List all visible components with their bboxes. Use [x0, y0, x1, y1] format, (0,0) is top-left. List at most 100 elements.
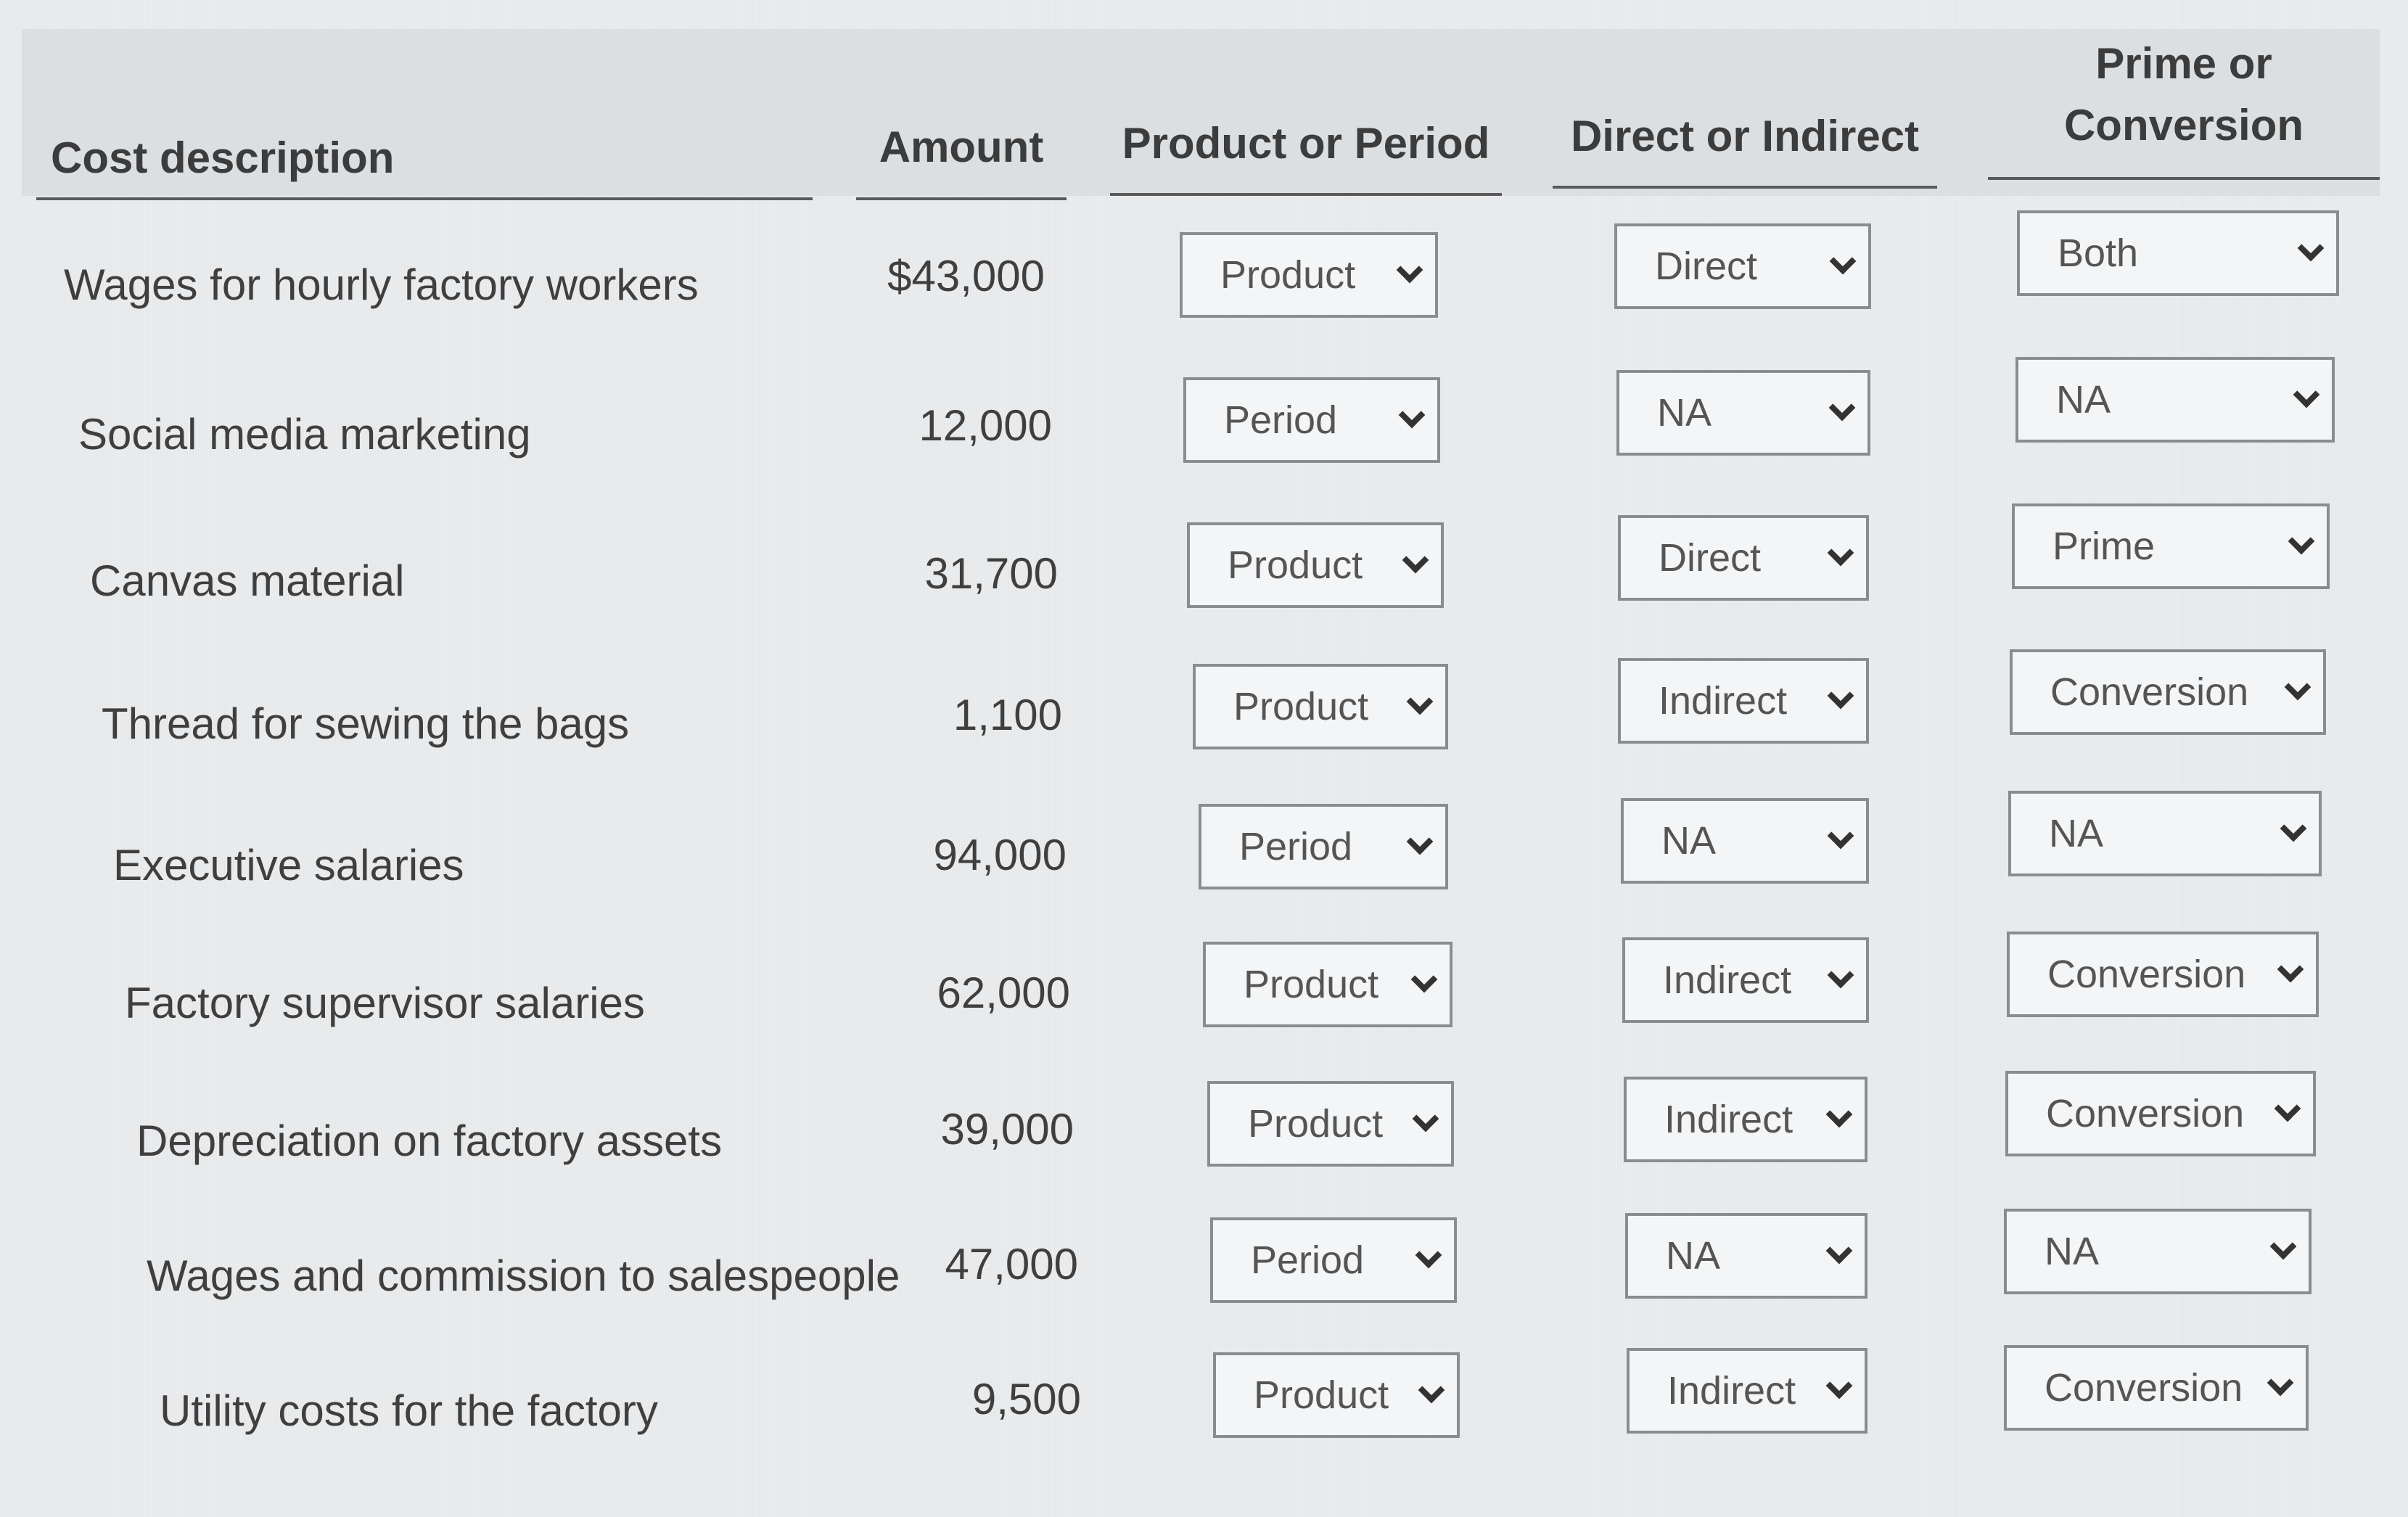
- amount-cell: 9,500: [971, 1375, 1081, 1423]
- chevron-down-icon: [2277, 955, 2304, 983]
- header-rule-direct-or-indirect: [1553, 186, 1937, 189]
- amount-cell: 47,000: [945, 1240, 1078, 1288]
- product-or-period-select[interactable]: Period: [1210, 1217, 1457, 1303]
- prime-or-conversion-select[interactable]: NA: [2008, 791, 2322, 876]
- prime-or-conversion-select[interactable]: NA: [2004, 1209, 2312, 1294]
- prime-or-conversion-select[interactable]: Conversion: [2005, 1071, 2316, 1156]
- header-amount: Amount: [879, 123, 1044, 171]
- chevron-down-icon: [1825, 1101, 1853, 1128]
- chevron-down-icon: [2280, 815, 2307, 842]
- chevron-down-icon: [1827, 682, 1854, 710]
- amount-cell: 94,000: [933, 831, 1067, 879]
- cost-description-cell: Depreciation on factory assets: [136, 1117, 723, 1165]
- selected-value: NA: [1657, 391, 1712, 435]
- header-prime-or-conversion-line1: Prime or: [2095, 39, 2272, 88]
- chevron-down-icon: [2267, 1369, 2294, 1397]
- direct-or-indirect-select[interactable]: Indirect: [1624, 1077, 1867, 1162]
- table-row: Canvas material 31,700 Product Direct Pr…: [0, 503, 2408, 660]
- chevron-down-icon: [1406, 828, 1434, 855]
- selected-value: Conversion: [2046, 1092, 2245, 1135]
- prime-or-conversion-select[interactable]: Conversion: [2010, 649, 2326, 735]
- selected-value: Indirect: [1667, 1369, 1796, 1413]
- chevron-down-icon: [1406, 688, 1434, 715]
- cost-description-cell: Utility costs for the factory: [160, 1386, 658, 1435]
- cost-description-cell: Factory supervisor salaries: [125, 979, 645, 1027]
- selected-value: Period: [1224, 398, 1338, 442]
- direct-or-indirect-select[interactable]: Indirect: [1627, 1348, 1867, 1434]
- header-rule-product-or-period: [1110, 193, 1502, 196]
- chevron-down-icon: [1825, 1237, 1853, 1265]
- prime-or-conversion-select[interactable]: NA: [2015, 357, 2335, 443]
- direct-or-indirect-select[interactable]: NA: [1625, 1213, 1867, 1299]
- chevron-down-icon: [1398, 401, 1426, 429]
- selected-value: Direct: [1659, 536, 1762, 580]
- direct-or-indirect-select[interactable]: NA: [1621, 798, 1869, 884]
- header-cost-description: Cost description: [51, 133, 395, 182]
- product-or-period-select[interactable]: Product: [1187, 522, 1444, 608]
- chevron-down-icon: [1827, 961, 1854, 989]
- prime-or-conversion-select[interactable]: Both: [2017, 210, 2339, 296]
- selected-value: Product: [1233, 685, 1369, 728]
- chevron-down-icon: [2293, 381, 2320, 408]
- direct-or-indirect-select[interactable]: Direct: [1614, 223, 1871, 309]
- selected-value: Conversion: [2045, 1366, 2243, 1410]
- cost-description-cell: Executive salaries: [113, 841, 464, 889]
- header-rule-prime-or-conversion: [1988, 177, 2380, 180]
- direct-or-indirect-select[interactable]: Indirect: [1622, 937, 1869, 1023]
- amount-cell: 12,000: [919, 401, 1052, 450]
- cost-description-cell: Social media marketing: [78, 410, 531, 459]
- product-or-period-select[interactable]: Product: [1213, 1352, 1460, 1438]
- selected-value: Direct: [1655, 244, 1758, 288]
- product-or-period-select[interactable]: Period: [1183, 377, 1440, 463]
- selected-value: Indirect: [1663, 958, 1792, 1002]
- cost-description-cell: Wages for hourly factory workers: [64, 260, 699, 309]
- selected-value: Conversion: [2050, 670, 2249, 714]
- amount-cell: 1,100: [953, 691, 1062, 739]
- table-row: Depreciation on factory assets 39,000 Pr…: [0, 1071, 2408, 1219]
- chevron-down-icon: [1828, 394, 1856, 422]
- product-or-period-select[interactable]: Product: [1203, 942, 1452, 1027]
- chevron-down-icon: [2284, 673, 2312, 701]
- selected-value: Conversion: [2047, 953, 2246, 996]
- product-or-period-select[interactable]: Product: [1207, 1081, 1454, 1167]
- selected-value: Product: [1248, 1102, 1384, 1146]
- table-row: Utility costs for the factory 9,500 Prod…: [0, 1345, 2408, 1490]
- chevron-down-icon: [2288, 527, 2315, 555]
- selected-value: NA: [2056, 378, 2111, 422]
- cost-classification-table: Cost description Amount Product or Perio…: [0, 0, 2408, 1517]
- table-row: Wages and commission to salespeople 47,0…: [0, 1209, 2408, 1355]
- product-or-period-select[interactable]: Product: [1193, 664, 1448, 749]
- chevron-down-icon: [1827, 822, 1854, 850]
- prime-or-conversion-select[interactable]: Prime: [2012, 503, 2330, 589]
- amount-cell: 31,700: [924, 549, 1058, 598]
- chevron-down-icon: [1402, 546, 1429, 574]
- header-direct-or-indirect: Direct or Indirect: [1570, 112, 1920, 160]
- chevron-down-icon: [1829, 247, 1857, 275]
- selected-value: NA: [2049, 812, 2104, 855]
- chevron-down-icon: [2269, 1233, 2297, 1260]
- product-or-period-select[interactable]: Period: [1199, 804, 1448, 889]
- header-rule-amount: [856, 197, 1067, 200]
- amount-cell: $43,000: [887, 252, 1045, 300]
- product-or-period-select[interactable]: Product: [1180, 232, 1438, 318]
- selected-value: Period: [1239, 825, 1353, 868]
- selected-value: Product: [1220, 253, 1356, 297]
- chevron-down-icon: [1825, 1372, 1853, 1399]
- chevron-down-icon: [1412, 1105, 1439, 1132]
- chevron-down-icon: [1418, 1376, 1445, 1404]
- direct-or-indirect-select[interactable]: Indirect: [1618, 658, 1869, 744]
- amount-cell: 62,000: [937, 969, 1070, 1017]
- table-row: Wages for hourly factory workers $43,000…: [0, 210, 2408, 370]
- chevron-down-icon: [2297, 234, 2325, 262]
- chevron-down-icon: [1827, 539, 1854, 567]
- direct-or-indirect-select[interactable]: Direct: [1618, 515, 1869, 601]
- prime-or-conversion-select[interactable]: Conversion: [2004, 1345, 2309, 1431]
- prime-or-conversion-select[interactable]: Conversion: [2007, 932, 2319, 1017]
- selected-value: Both: [2058, 231, 2139, 275]
- chevron-down-icon: [1396, 256, 1423, 284]
- direct-or-indirect-select[interactable]: NA: [1616, 370, 1870, 456]
- chevron-down-icon: [1415, 1241, 1442, 1269]
- selected-value: NA: [2045, 1230, 2100, 1273]
- table-row: Thread for sewing the bags 1,100 Product…: [0, 649, 2408, 802]
- amount-cell: 39,000: [940, 1105, 1074, 1154]
